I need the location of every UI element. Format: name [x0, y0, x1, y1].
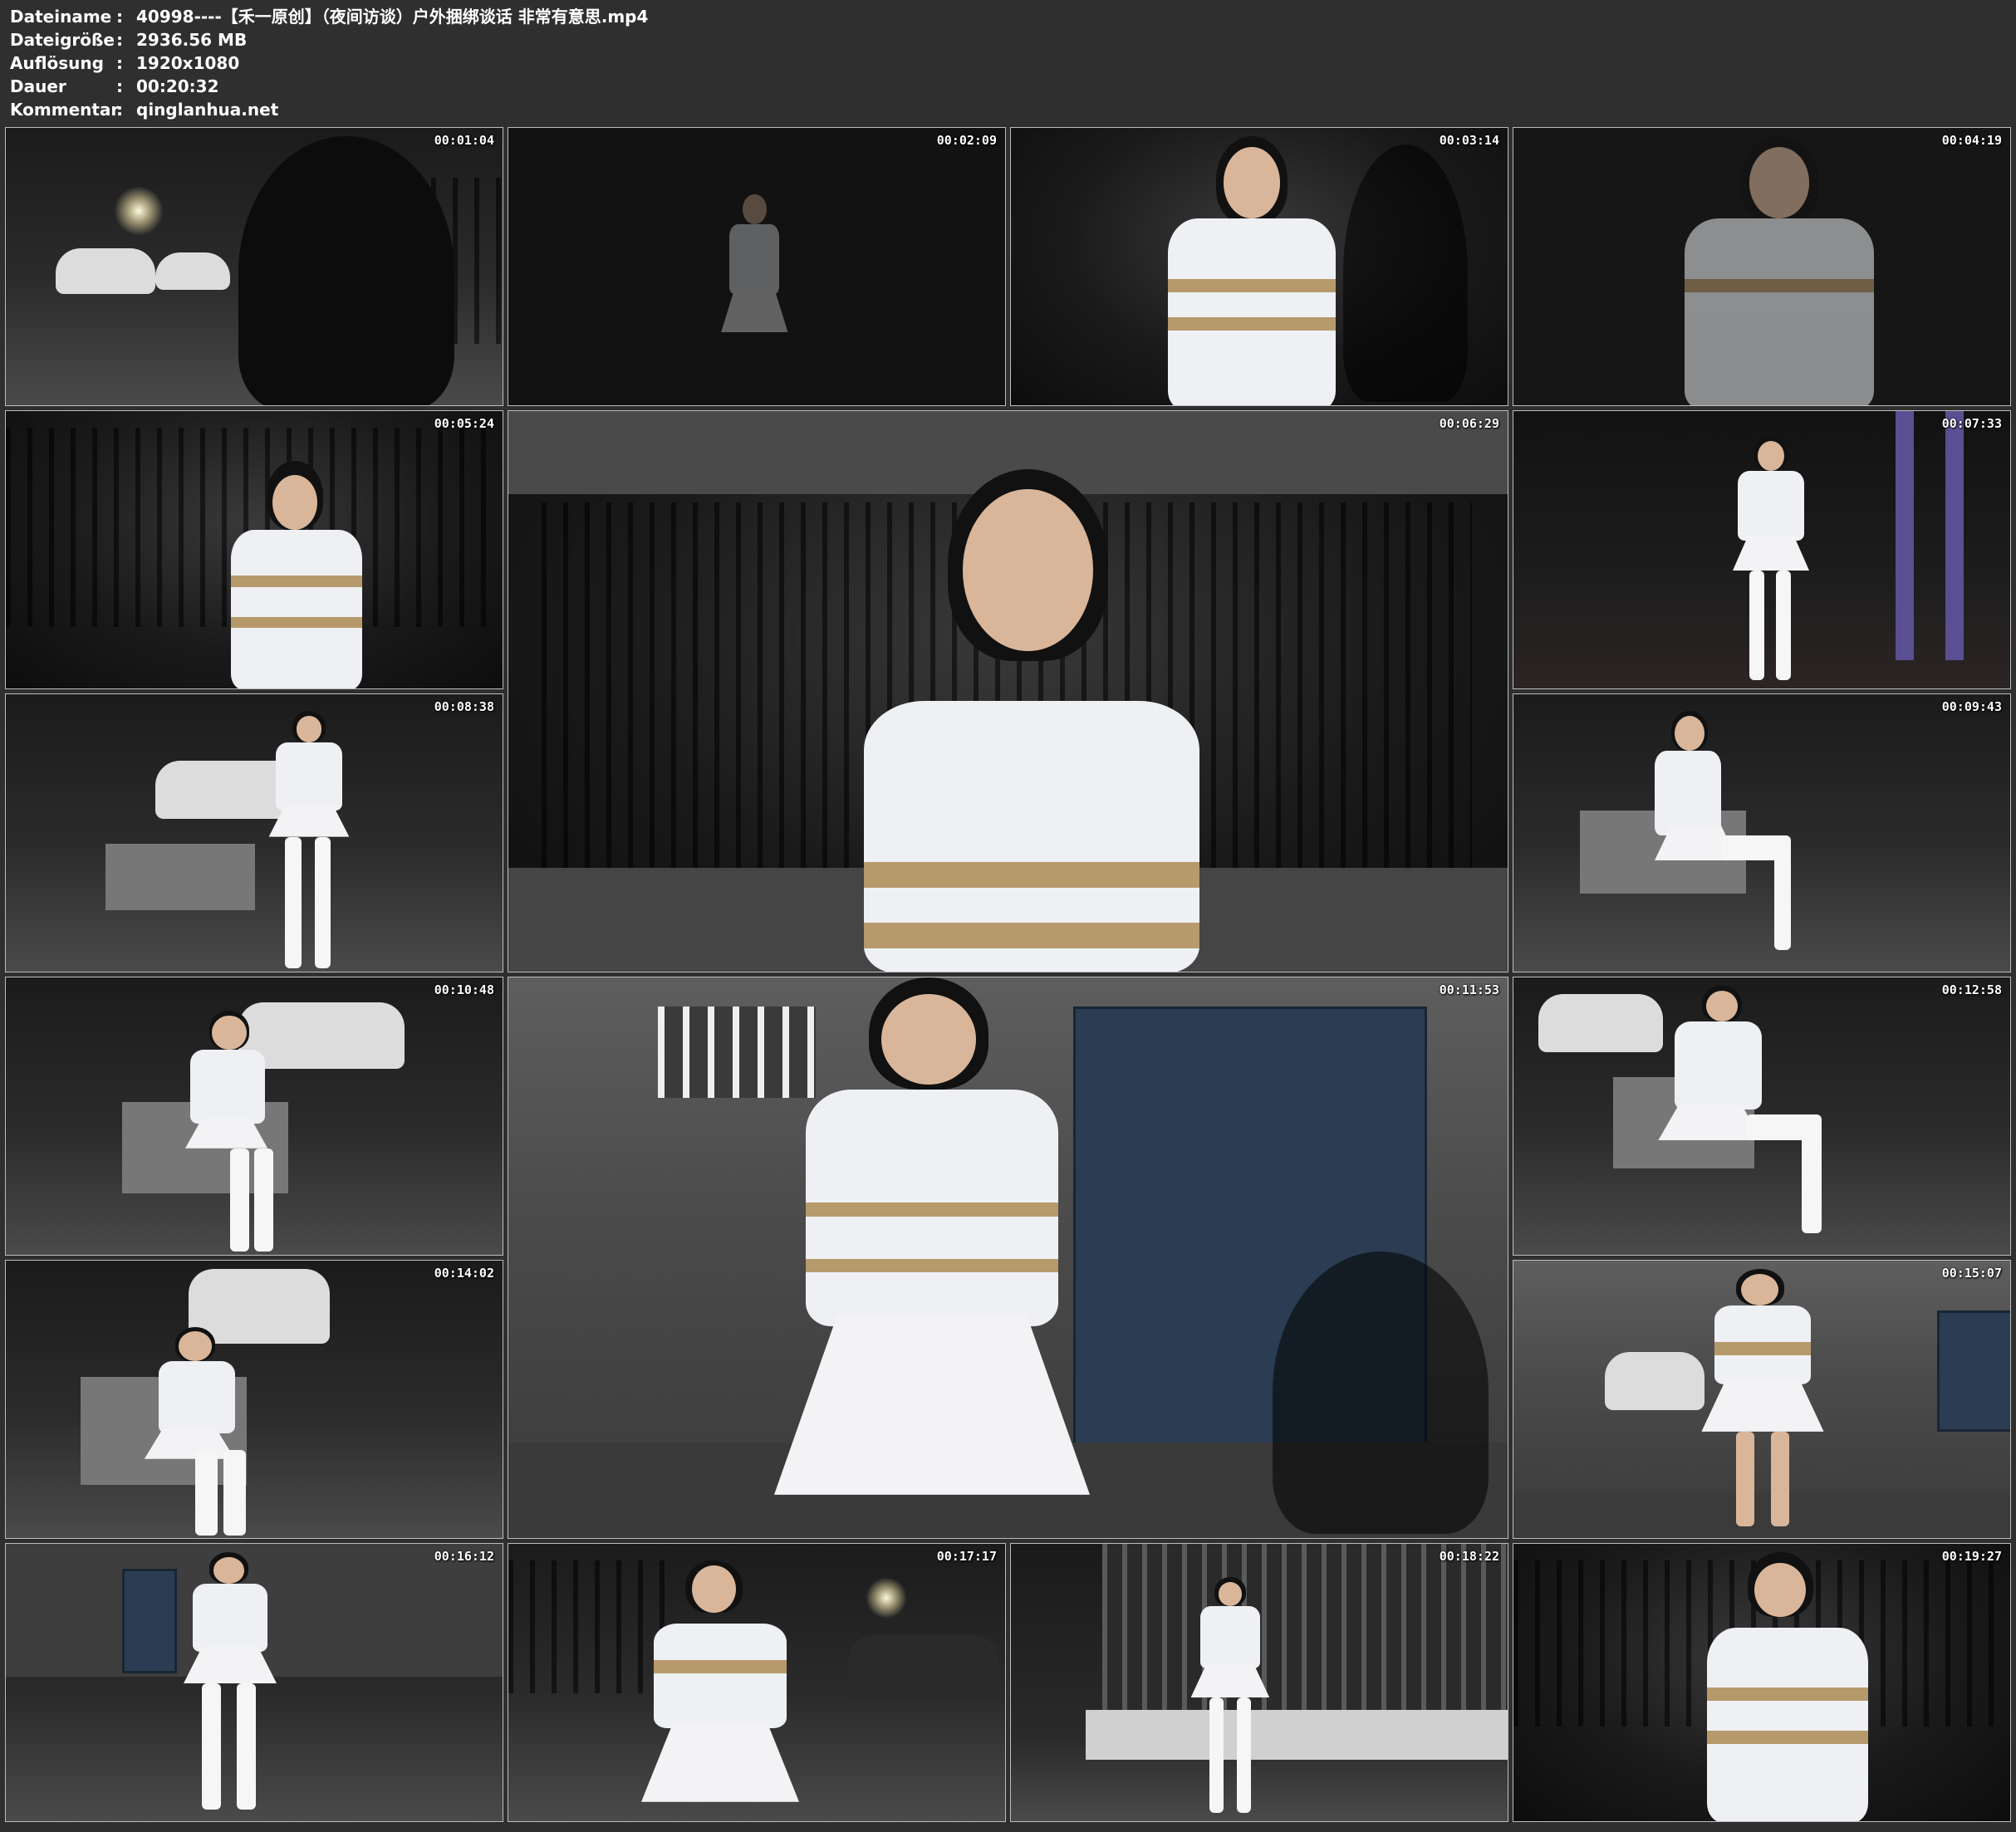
- info-separator: :: [116, 7, 123, 27]
- timestamp: 00:06:29: [1439, 416, 1499, 431]
- info-row-comment: Kommentar : qinglanhua.net: [10, 98, 648, 121]
- info-value: qinglanhua.net: [136, 100, 279, 120]
- thumbnail-2[interactable]: 00:02:09: [508, 127, 1006, 406]
- thumbnail-9[interactable]: 00:09:43: [1513, 693, 2011, 972]
- thumbnail-4[interactable]: 00:04:19: [1513, 127, 2011, 406]
- thumbnail-image: [1011, 128, 1508, 405]
- timestamp: 00:12:58: [1941, 982, 2002, 997]
- thumbnail-image: [1513, 411, 2010, 688]
- thumbnail-image: [6, 411, 503, 688]
- thumbnail-image: [508, 1544, 1005, 1821]
- thumbnail-8[interactable]: 00:08:38: [5, 693, 503, 972]
- info-key: Auflösung: [10, 53, 104, 73]
- thumbnail-10[interactable]: 00:10:48: [5, 977, 503, 1256]
- thumbnail-5[interactable]: 00:05:24: [5, 410, 503, 689]
- thumbnail-image: [508, 411, 1508, 972]
- thumbnail-16[interactable]: 00:17:17: [508, 1543, 1006, 1822]
- timestamp: 00:02:09: [936, 133, 997, 148]
- timestamp: 00:16:12: [434, 1549, 494, 1564]
- timestamp: 00:03:14: [1439, 133, 1499, 148]
- thumbnail-14[interactable]: 00:15:07: [1513, 1260, 2011, 1539]
- timestamp: 00:19:27: [1941, 1549, 2002, 1564]
- thumbnail-image: [1513, 128, 2010, 405]
- timestamp: 00:10:48: [434, 982, 494, 997]
- info-key: Dauer: [10, 76, 66, 96]
- info-row-resolution: Auflösung : 1920x1080: [10, 51, 648, 75]
- thumbnail-3[interactable]: 00:03:14: [1010, 127, 1508, 406]
- thumbnail-image: [6, 977, 503, 1255]
- thumbnail-11-large[interactable]: 00:11:53: [508, 977, 1508, 1539]
- thumbnail-image: [508, 128, 1005, 405]
- thumbnail-image: [1513, 1544, 2010, 1821]
- thumbnail-18[interactable]: 00:19:27: [1513, 1543, 2011, 1822]
- info-value: 1920x1080: [136, 53, 240, 73]
- thumbnail-13[interactable]: 00:14:02: [5, 1260, 503, 1539]
- info-value: 40998----【禾一原创】（夜间访谈）户外捆绑谈话 非常有意思.mp4: [136, 7, 649, 27]
- info-key: Kommentar: [10, 100, 120, 120]
- timestamp: 00:07:33: [1941, 416, 2002, 431]
- timestamp: 00:05:24: [434, 416, 494, 431]
- thumbnail-image: [6, 128, 503, 405]
- thumbnail-image: [1011, 1544, 1508, 1821]
- thumbnail-15[interactable]: 00:16:12: [5, 1543, 503, 1822]
- thumbnail-image: [6, 1544, 503, 1821]
- info-value: 2936.56 MB: [136, 30, 248, 50]
- info-row-filesize: Dateigröße : 2936.56 MB: [10, 28, 648, 51]
- timestamp: 00:18:22: [1439, 1549, 1499, 1564]
- thumbnail-image: [1513, 694, 2010, 972]
- thumbnail-12[interactable]: 00:12:58: [1513, 977, 2011, 1256]
- info-separator: :: [116, 100, 123, 120]
- info-key: Dateiname: [10, 7, 112, 27]
- timestamp: 00:14:02: [434, 1266, 494, 1281]
- info-separator: :: [116, 53, 123, 73]
- timestamp: 00:11:53: [1439, 982, 1499, 997]
- thumbnail-image: [6, 694, 503, 972]
- thumbnail-17[interactable]: 00:18:22: [1010, 1543, 1508, 1822]
- thumbnail-image: [1513, 1261, 2010, 1538]
- thumbnail-6-large[interactable]: 00:06:29: [508, 410, 1508, 972]
- info-separator: :: [116, 76, 123, 96]
- thumbnail-image: [508, 977, 1508, 1538]
- thumbnail-image: [6, 1261, 503, 1538]
- thumbnail-1[interactable]: 00:01:04: [5, 127, 503, 406]
- info-row-filename: Dateiname : 40998----【禾一原创】（夜间访谈）户外捆绑谈话 …: [10, 5, 648, 28]
- timestamp: 00:15:07: [1941, 1266, 2002, 1281]
- file-info: Dateiname : 40998----【禾一原创】（夜间访谈）户外捆绑谈话 …: [10, 5, 648, 121]
- timestamp: 00:08:38: [434, 699, 494, 714]
- timestamp: 00:09:43: [1941, 699, 2002, 714]
- info-separator: :: [116, 30, 123, 50]
- timestamp: 00:04:19: [1941, 133, 2002, 148]
- timestamp: 00:01:04: [434, 133, 494, 148]
- thumbnail-7[interactable]: 00:07:33: [1513, 410, 2011, 689]
- info-value: 00:20:32: [136, 76, 219, 96]
- thumbnail-image: [1513, 977, 2010, 1255]
- info-row-duration: Dauer : 00:20:32: [10, 75, 648, 98]
- timestamp: 00:17:17: [936, 1549, 997, 1564]
- info-key: Dateigröße: [10, 30, 115, 50]
